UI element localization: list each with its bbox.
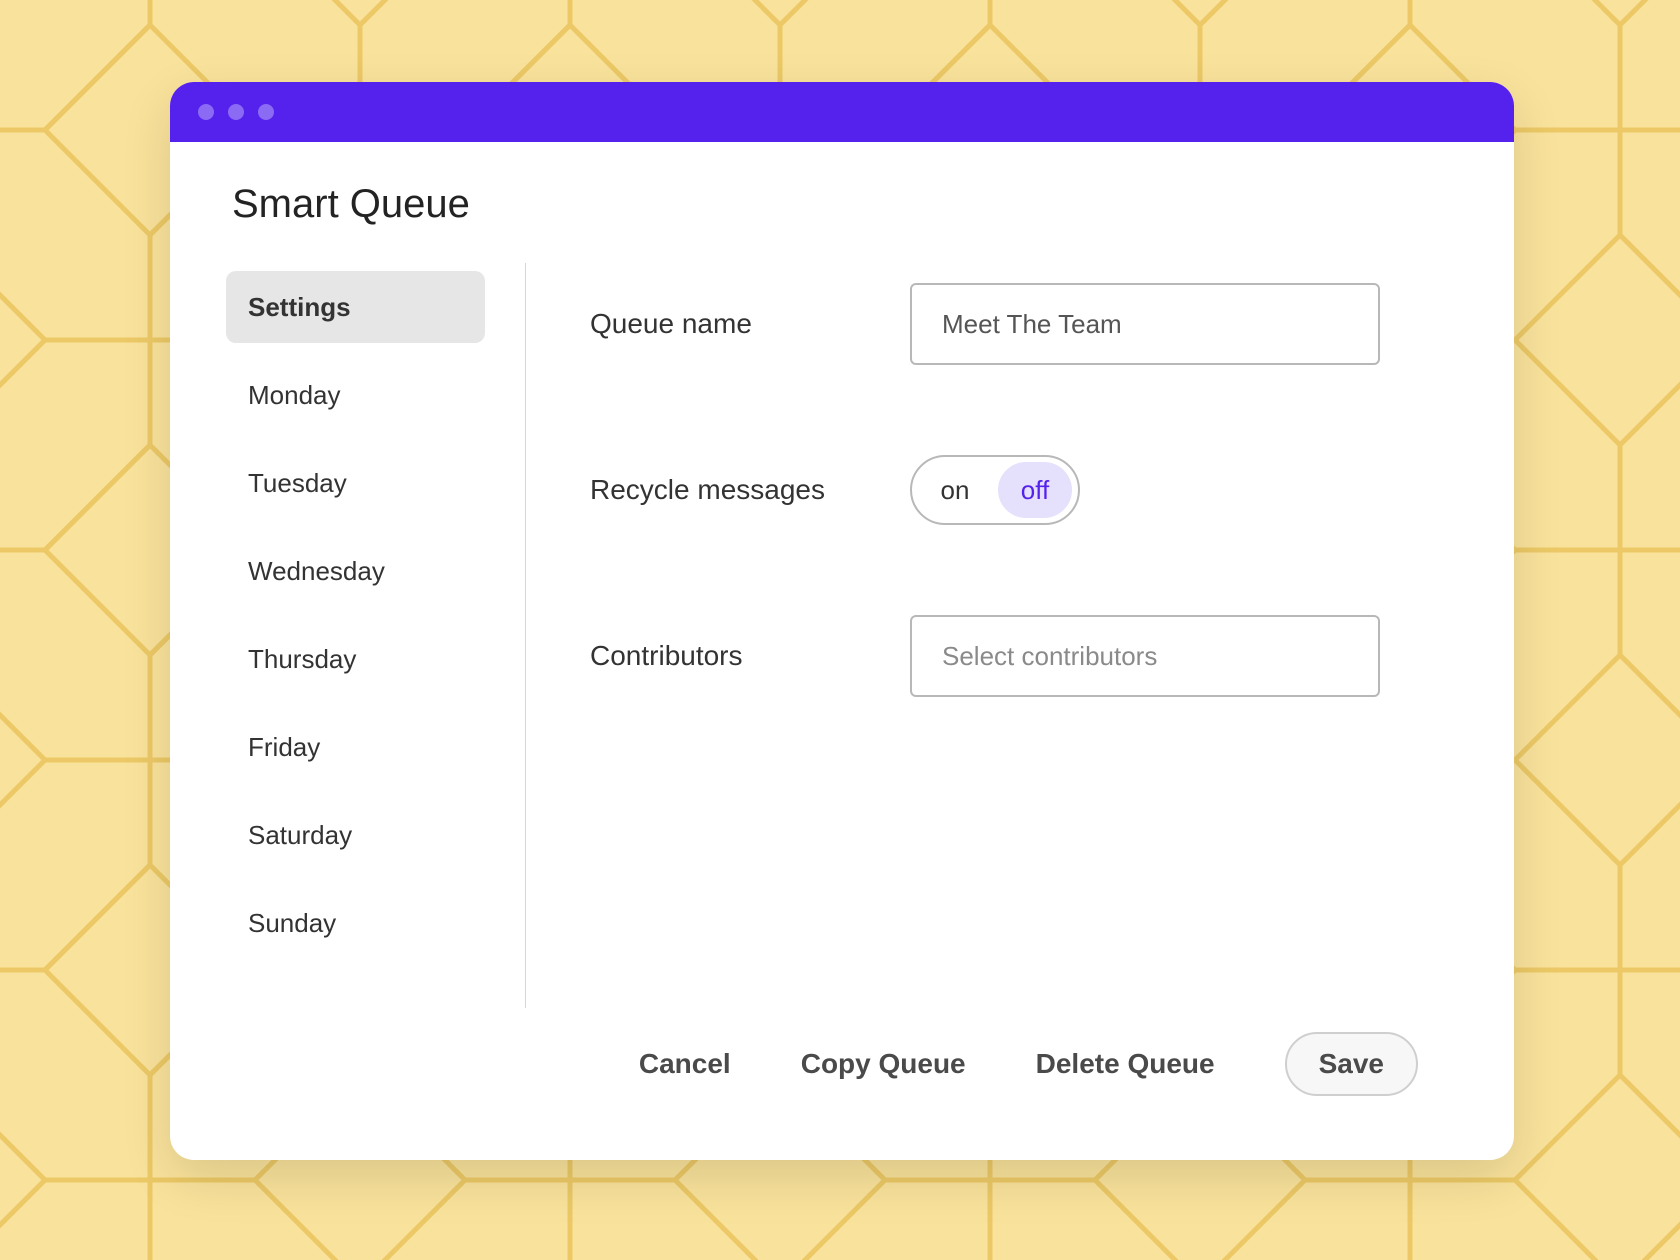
- sidebar-item-monday[interactable]: Monday: [226, 359, 485, 431]
- cancel-button[interactable]: Cancel: [639, 1048, 731, 1080]
- copy-queue-button[interactable]: Copy Queue: [801, 1048, 966, 1080]
- toggle-option-off[interactable]: off: [998, 462, 1072, 518]
- page-title: Smart Queue: [226, 182, 1458, 227]
- sidebar-item-label: Wednesday: [248, 556, 385, 587]
- body-row: Settings Monday Tuesday Wednesday Thursd…: [226, 263, 1458, 1008]
- sidebar-item-label: Tuesday: [248, 468, 347, 499]
- recycle-messages-toggle[interactable]: on off: [910, 455, 1080, 525]
- contributors-label: Contributors: [590, 640, 910, 672]
- queue-name-input[interactable]: [910, 283, 1380, 365]
- save-button[interactable]: Save: [1285, 1032, 1418, 1096]
- window-control-dot[interactable]: [258, 104, 274, 120]
- app-window: Smart Queue Settings Monday Tuesday Wedn…: [170, 82, 1514, 1160]
- window-titlebar: [170, 82, 1514, 142]
- contributors-placeholder: Select contributors: [942, 641, 1157, 672]
- sidebar-item-label: Monday: [248, 380, 341, 411]
- contributors-select[interactable]: Select contributors: [910, 615, 1380, 697]
- sidebar-item-saturday[interactable]: Saturday: [226, 799, 485, 871]
- field-recycle-messages: Recycle messages on off: [590, 455, 1458, 525]
- sidebar-item-tuesday[interactable]: Tuesday: [226, 447, 485, 519]
- sidebar: Settings Monday Tuesday Wednesday Thursd…: [226, 263, 526, 1008]
- sidebar-item-friday[interactable]: Friday: [226, 711, 485, 783]
- sidebar-item-wednesday[interactable]: Wednesday: [226, 535, 485, 607]
- sidebar-item-label: Thursday: [248, 644, 356, 675]
- footer-actions: Cancel Copy Queue Delete Queue Save: [226, 1008, 1458, 1120]
- field-queue-name: Queue name: [590, 283, 1458, 365]
- window-control-dot[interactable]: [228, 104, 244, 120]
- sidebar-item-label: Saturday: [248, 820, 352, 851]
- window-content: Smart Queue Settings Monday Tuesday Wedn…: [170, 142, 1514, 1160]
- sidebar-item-label: Sunday: [248, 908, 336, 939]
- queue-name-label: Queue name: [590, 308, 910, 340]
- sidebar-item-sunday[interactable]: Sunday: [226, 887, 485, 959]
- recycle-messages-label: Recycle messages: [590, 474, 910, 506]
- sidebar-item-label: Friday: [248, 732, 320, 763]
- sidebar-item-label: Settings: [248, 292, 351, 323]
- sidebar-item-settings[interactable]: Settings: [226, 271, 485, 343]
- sidebar-item-thursday[interactable]: Thursday: [226, 623, 485, 695]
- field-contributors: Contributors Select contributors: [590, 615, 1458, 697]
- delete-queue-button[interactable]: Delete Queue: [1036, 1048, 1215, 1080]
- window-control-dot[interactable]: [198, 104, 214, 120]
- toggle-option-on[interactable]: on: [918, 462, 992, 518]
- settings-panel: Queue name Recycle messages on off Contr…: [526, 263, 1458, 1008]
